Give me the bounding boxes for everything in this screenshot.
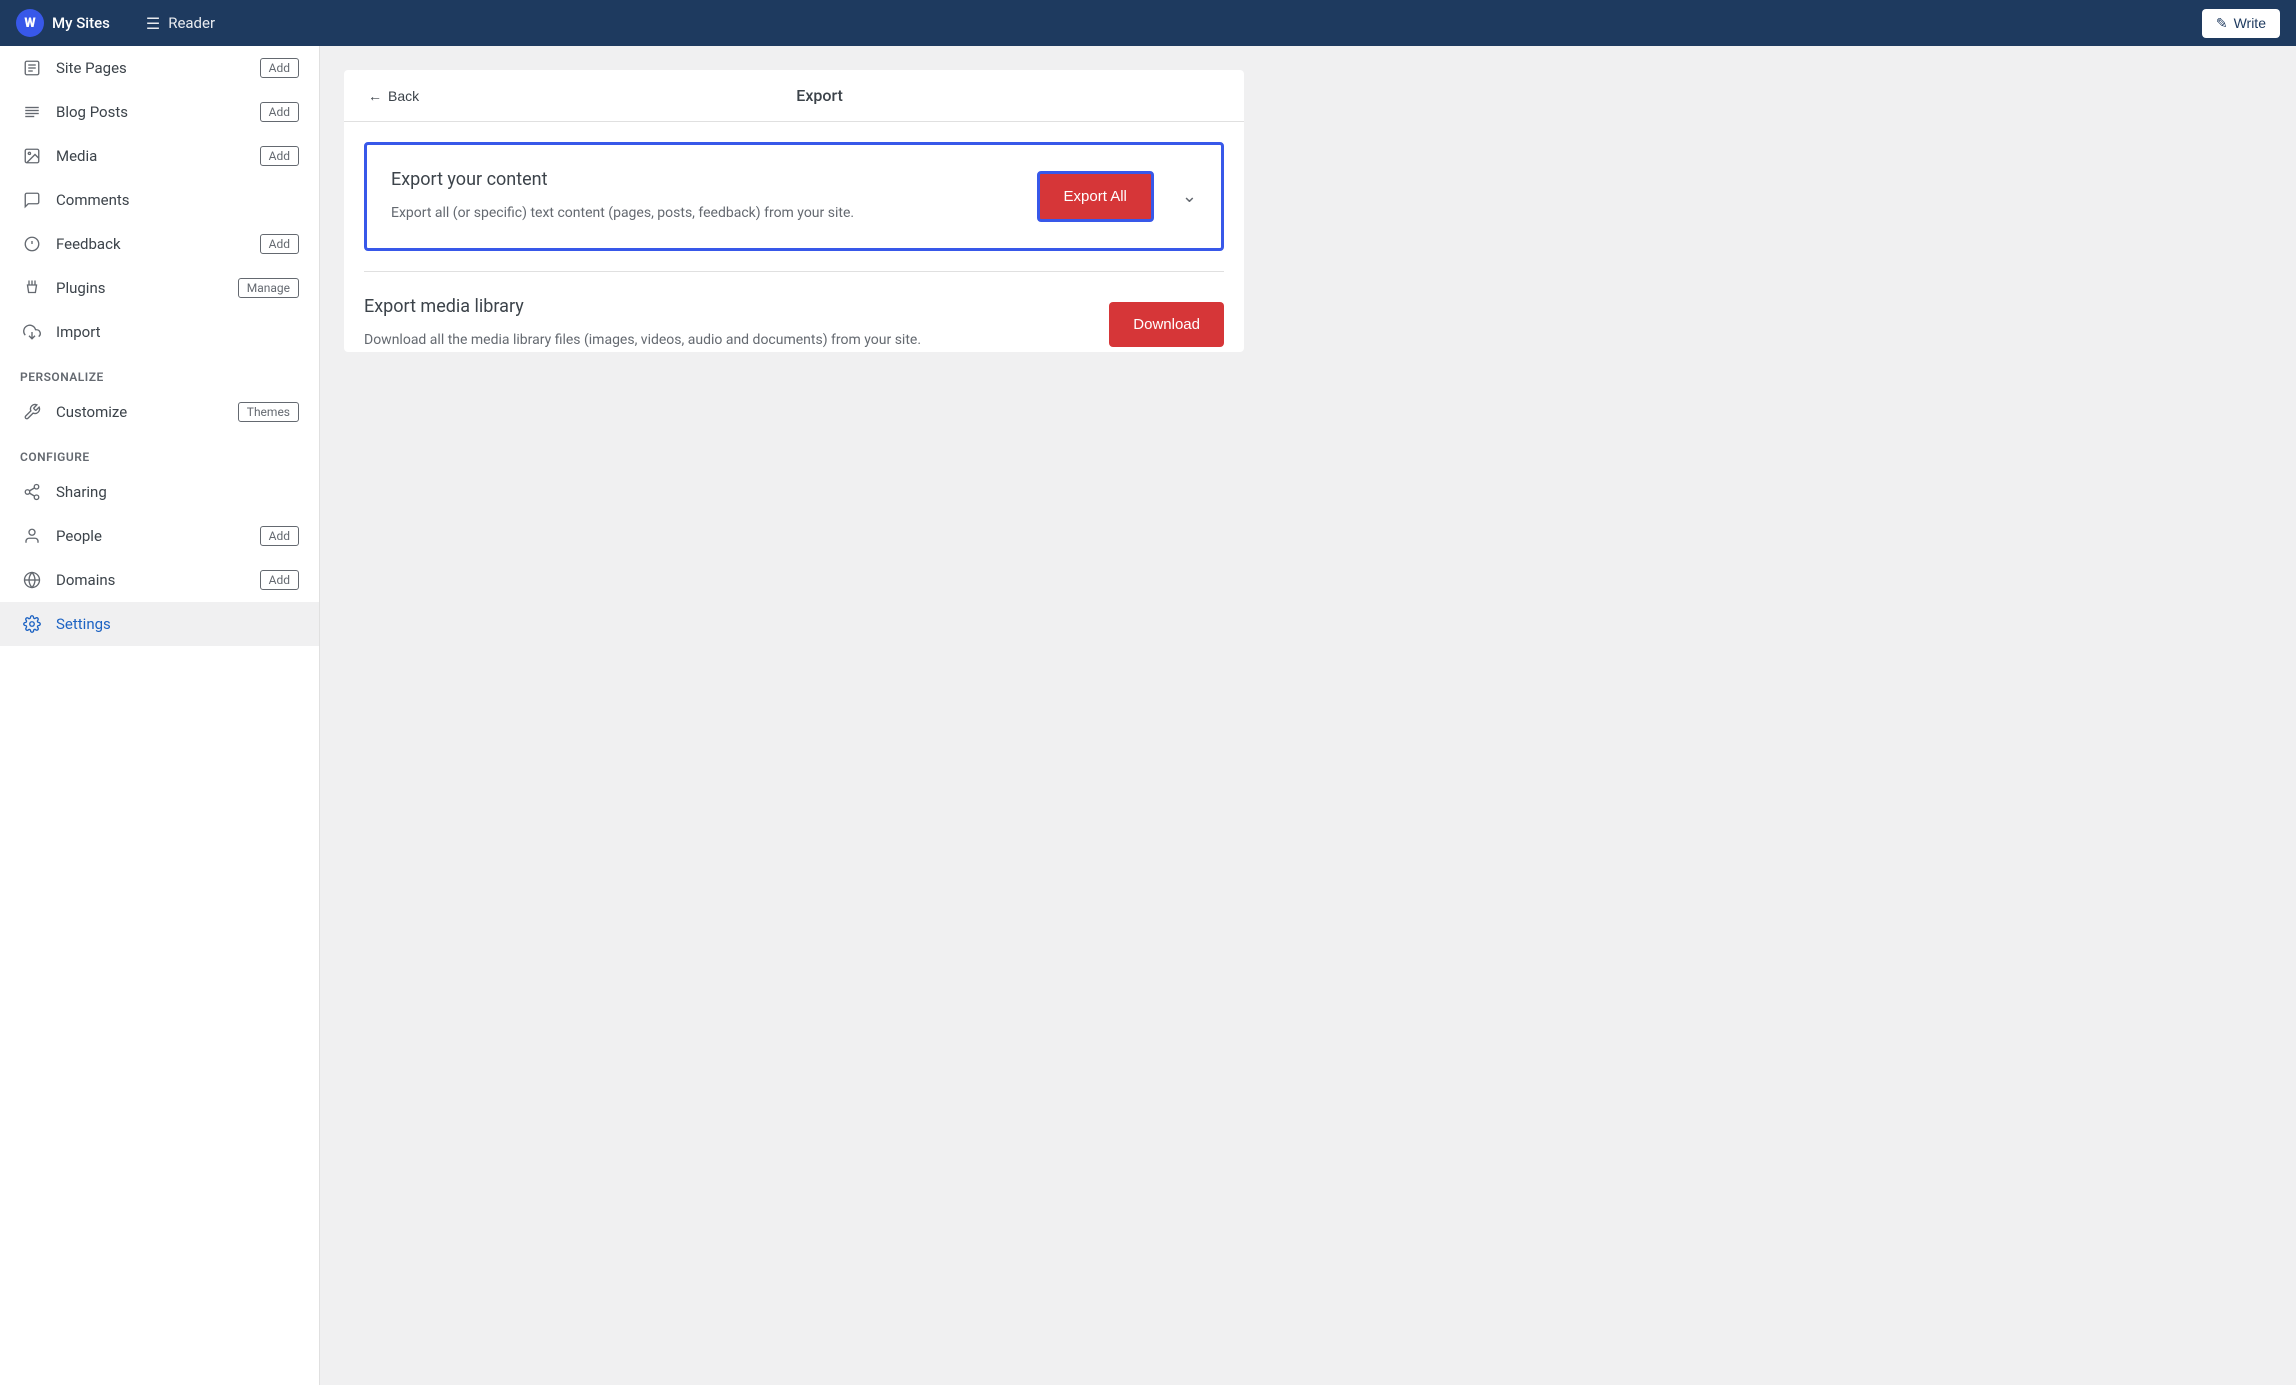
comments-icon	[20, 188, 44, 212]
import-label: Import	[56, 323, 299, 341]
sidebar-item-site-pages[interactable]: Site Pages Add	[0, 46, 319, 90]
back-label: Back	[388, 88, 419, 104]
site-pages-label: Site Pages	[56, 59, 260, 77]
export-content-desc: Export all (or specific) text content (p…	[391, 202, 1017, 224]
sidebar-item-people[interactable]: People Add	[0, 514, 319, 558]
page-icon	[20, 56, 44, 80]
export-media-text: Export media library Download all the me…	[364, 296, 1089, 351]
back-button[interactable]: ← Back	[368, 88, 419, 104]
plugins-manage-badge[interactable]: Manage	[238, 278, 299, 298]
feedback-label: Feedback	[56, 235, 260, 253]
sharing-icon	[20, 480, 44, 504]
media-label: Media	[56, 147, 260, 165]
sidebar-item-settings[interactable]: Settings	[0, 602, 319, 646]
reader-label: Reader	[168, 14, 215, 32]
write-label: Write	[2234, 15, 2266, 31]
sidebar: Site Pages Add Blog Posts Add Media Add …	[0, 46, 320, 1385]
people-add-badge[interactable]: Add	[260, 526, 299, 546]
chevron-down-icon[interactable]: ⌄	[1182, 186, 1197, 207]
import-icon	[20, 320, 44, 344]
sidebar-item-customize[interactable]: Customize Themes	[0, 390, 319, 434]
people-icon	[20, 524, 44, 548]
sidebar-item-feedback[interactable]: Feedback Add	[0, 222, 319, 266]
export-media-desc: Download all the media library files (im…	[364, 329, 1089, 351]
write-icon: ✎	[2216, 15, 2228, 32]
export-content-heading: Export your content	[391, 169, 1017, 190]
personalize-section-title: Personalize	[0, 354, 319, 390]
posts-icon	[20, 100, 44, 124]
my-sites-label: My Sites	[52, 14, 110, 32]
download-button[interactable]: Download	[1109, 302, 1224, 347]
comments-label: Comments	[56, 191, 299, 209]
domains-icon	[20, 568, 44, 592]
reader-nav[interactable]: ☰ Reader	[130, 14, 231, 33]
export-all-button[interactable]: Export All	[1037, 171, 1154, 222]
sidebar-item-blog-posts[interactable]: Blog Posts Add	[0, 90, 319, 134]
media-icon	[20, 144, 44, 168]
main-content: ← Back Export Export your content Export…	[320, 46, 2296, 1385]
customize-label: Customize	[56, 403, 238, 421]
blog-posts-add-badge[interactable]: Add	[260, 102, 299, 122]
sidebar-item-sharing[interactable]: Sharing	[0, 470, 319, 514]
sidebar-item-plugins[interactable]: Plugins Manage	[0, 266, 319, 310]
topnav: W My Sites ☰ Reader ✎ Write	[0, 0, 2296, 46]
configure-section-title: Configure	[0, 434, 319, 470]
site-pages-add-badge[interactable]: Add	[260, 58, 299, 78]
sidebar-item-media[interactable]: Media Add	[0, 134, 319, 178]
feedback-icon	[20, 232, 44, 256]
main-layout: Site Pages Add Blog Posts Add Media Add …	[0, 46, 2296, 1385]
domains-add-badge[interactable]: Add	[260, 570, 299, 590]
plugins-label: Plugins	[56, 279, 238, 297]
export-media-heading: Export media library	[364, 296, 1089, 317]
export-media-section: Export media library Download all the me…	[364, 271, 1224, 351]
media-add-badge[interactable]: Add	[260, 146, 299, 166]
export-page-title: Export	[419, 86, 1220, 105]
blog-posts-label: Blog Posts	[56, 103, 260, 121]
settings-icon	[20, 612, 44, 636]
export-card: ← Back Export Export your content Export…	[344, 70, 1244, 352]
write-button[interactable]: ✎ Write	[2202, 9, 2280, 38]
reader-icon: ☰	[146, 14, 160, 33]
my-sites-nav[interactable]: W My Sites	[16, 9, 126, 37]
sidebar-item-domains[interactable]: Domains Add	[0, 558, 319, 602]
sidebar-item-comments[interactable]: Comments	[0, 178, 319, 222]
domains-label: Domains	[56, 571, 260, 589]
back-arrow-icon: ←	[368, 88, 382, 104]
plugins-icon	[20, 276, 44, 300]
export-content-section: Export your content Export all (or speci…	[364, 142, 1224, 251]
wp-logo: W	[16, 9, 44, 37]
settings-label: Settings	[56, 615, 299, 633]
people-label: People	[56, 527, 260, 545]
customize-icon	[20, 400, 44, 424]
feedback-add-badge[interactable]: Add	[260, 234, 299, 254]
sharing-label: Sharing	[56, 483, 299, 501]
customize-themes-badge[interactable]: Themes	[238, 402, 299, 422]
export-content-text: Export your content Export all (or speci…	[391, 169, 1017, 224]
sidebar-item-import[interactable]: Import	[0, 310, 319, 354]
export-card-header: ← Back Export	[344, 70, 1244, 122]
